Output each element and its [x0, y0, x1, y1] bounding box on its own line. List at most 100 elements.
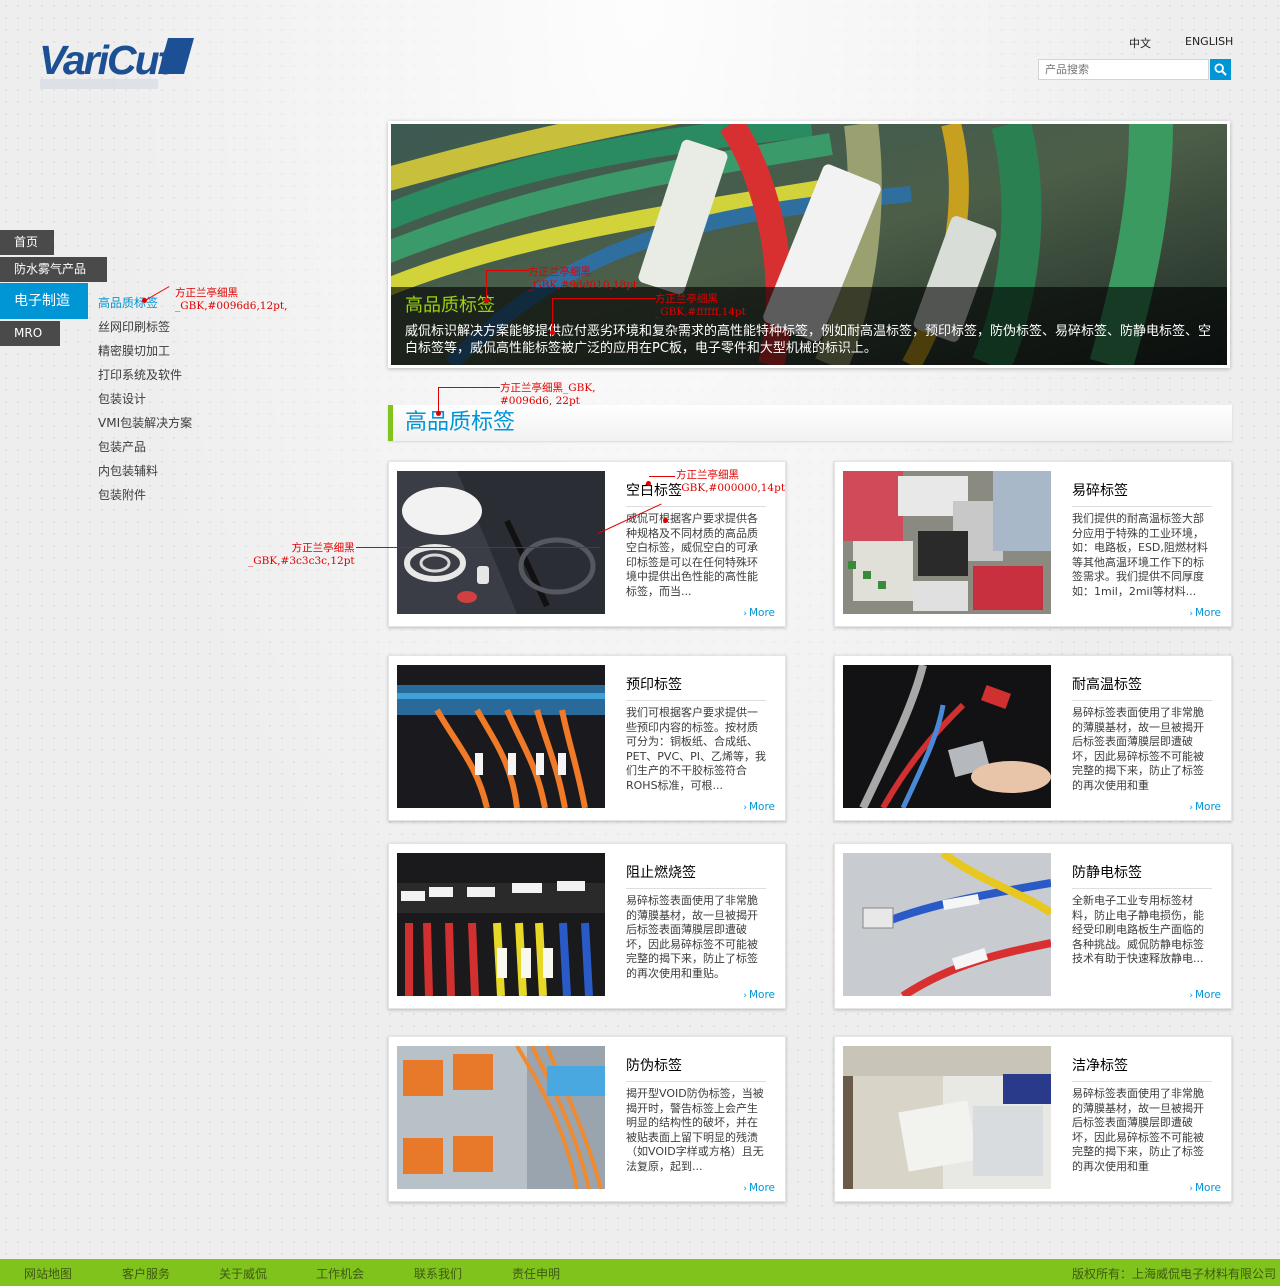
subnav-item-packaging-products[interactable]: 包装产品: [98, 438, 146, 455]
annotation-subnav-font: 方正兰亭细黑 _GBK,#0096d6,12pt,: [175, 287, 288, 312]
banner-text: 威侃标识解决方案能够提供应付恶劣环境和复杂需求的高性能特种标签，例如耐高温标签，…: [405, 324, 1212, 356]
chevron-right-icon: ›: [1189, 991, 1193, 1001]
chevron-right-icon: ›: [1189, 609, 1193, 619]
product-image: [397, 853, 605, 996]
subnav-item-packaging-accessories[interactable]: 包装附件: [98, 486, 146, 503]
nav-item-electronics[interactable]: 电子制造: [0, 283, 88, 319]
product-image: [843, 471, 1051, 614]
banner-title: 高品质标签: [405, 295, 495, 316]
annotation-leader: [356, 547, 600, 548]
more-link[interactable]: › More: [1189, 989, 1221, 1001]
subnav-item-print-system[interactable]: 打印系统及软件: [98, 366, 182, 383]
product-image: [397, 665, 605, 808]
more-label: More: [748, 607, 775, 619]
chevron-right-icon: ›: [743, 1184, 747, 1194]
annotation-banner-title-font: 方正兰亭细黑 _GBK,#9dd010,18pt: [528, 266, 638, 291]
product-card-clean-label[interactable]: 洁净标签 易碎标签表面使用了非常脆的薄膜基材，故一旦被揭开后标签表面薄膜层即遭破…: [834, 1036, 1232, 1202]
chevron-right-icon: ›: [743, 991, 747, 1001]
product-description: 我们提供的耐高温标签大部分应用于特殊的工业环境，如：电路板，ESD,阻燃材料等其…: [1072, 512, 1208, 598]
annotation-marker: [663, 518, 668, 523]
more-link[interactable]: › More: [1189, 1182, 1221, 1194]
product-card-anti-counterfeit-label[interactable]: 防伪标签 揭开型VOID防伪标签，当被揭开时，警告标签上会产生明显的结构性的破坏…: [388, 1036, 786, 1202]
subnav-item-vmi[interactable]: VMI包装解决方案: [98, 414, 192, 431]
product-title[interactable]: 耐高温标签: [1072, 674, 1212, 701]
product-image: [397, 1046, 605, 1189]
more-link[interactable]: › More: [743, 989, 775, 1001]
product-card-preprinted-label[interactable]: 预印标签 我们可根据客户要求提供一些预印内容的标签。按材质可分为：铜板纸、合成纸…: [388, 655, 786, 821]
footer-copyright: 版权所有：上海威侃电子材料有限公司: [1072, 1267, 1277, 1281]
product-title[interactable]: 防静电标签: [1072, 862, 1212, 889]
more-label: More: [748, 1182, 775, 1194]
annotation-section-title-font: 方正兰亭细黑_GBK, #0096d6, 22pt: [500, 382, 596, 407]
nav-item-waterproof[interactable]: 防水雾气产品: [0, 257, 107, 282]
nav-item-mro[interactable]: MRO: [0, 321, 60, 346]
product-title[interactable]: 防伪标签: [626, 1055, 766, 1082]
footer-link-careers[interactable]: 工作机会: [316, 1265, 364, 1282]
search-input[interactable]: [1038, 59, 1209, 80]
chevron-right-icon: ›: [1189, 1184, 1193, 1194]
lang-chinese-link[interactable]: 中文: [1129, 35, 1151, 51]
annotation-leader: [438, 387, 439, 413]
subnav-item-die-cut[interactable]: 精密膜切加工: [98, 342, 170, 359]
product-title[interactable]: 洁净标签: [1072, 1055, 1212, 1082]
footer-link-sitemap[interactable]: 网站地图: [24, 1265, 72, 1282]
product-image: [843, 665, 1051, 808]
annotation-banner-text-font: 方正兰亭细黑 _GBK,#ffffff,14pt: [655, 293, 746, 318]
footer-link-contact[interactable]: 联系我们: [414, 1265, 462, 1282]
product-description: 易碎标签表面使用了非常脆的薄膜基材，故一旦被揭开后标签表面薄膜层即遭破坏，因此易…: [626, 894, 758, 980]
subnav-item-packaging-design[interactable]: 包装设计: [98, 390, 146, 407]
annotation-leader: [552, 298, 553, 332]
product-card-high-temp-label[interactable]: 耐高温标签 易碎标签表面使用了非常脆的薄膜基材，故一旦被揭开后标签表面薄膜层即遭…: [834, 655, 1232, 821]
banner-caption: 高品质标签 威侃标识解决方案能够提供应付恶劣环境和复杂需求的高性能特种标签，例如…: [391, 287, 1227, 365]
annotation-leader: [486, 270, 530, 271]
chevron-right-icon: ›: [1189, 803, 1193, 813]
section-title: 高品质标签: [388, 405, 1232, 441]
nav-item-home[interactable]: 首页: [0, 230, 54, 255]
footer-link-about[interactable]: 关于威侃: [219, 1265, 267, 1282]
product-image: [843, 853, 1051, 996]
varicut-logo[interactable]: VariCut: [38, 36, 198, 92]
annotation-card-title-font: 方正兰亭细黑 _GBK,#000000,14pt: [676, 469, 786, 494]
search-button[interactable]: [1210, 59, 1231, 80]
chevron-right-icon: ›: [743, 803, 747, 813]
banner-image: 高品质标签 威侃标识解决方案能够提供应付恶劣环境和复杂需求的高性能特种标签，例如…: [391, 124, 1227, 365]
more-label: More: [1194, 607, 1221, 619]
more-label: More: [1194, 1182, 1221, 1194]
footer-link-customer-service[interactable]: 客户服务: [122, 1265, 170, 1282]
more-link[interactable]: › More: [1189, 801, 1221, 813]
footer-link-disclaimer[interactable]: 责任申明: [512, 1265, 560, 1282]
subnav-item-screen-print[interactable]: 丝网印刷标签: [98, 318, 170, 335]
more-link[interactable]: › More: [743, 607, 775, 619]
search-icon: [1214, 63, 1227, 76]
annotation-leader: [552, 298, 656, 299]
lang-english-link[interactable]: ENGLISH: [1185, 35, 1233, 48]
logo-text: VariCut: [39, 37, 174, 83]
annotation-leader: [438, 387, 500, 388]
more-link[interactable]: › More: [1189, 607, 1221, 619]
annotation-leader: [486, 270, 487, 300]
more-link[interactable]: › More: [743, 1182, 775, 1194]
chevron-right-icon: ›: [743, 609, 747, 619]
product-image: [843, 1046, 1051, 1189]
more-link[interactable]: › More: [743, 801, 775, 813]
more-label: More: [1194, 801, 1221, 813]
subnav-item-inner-packaging[interactable]: 内包装辅料: [98, 462, 158, 479]
product-card-fragile-label[interactable]: 易碎标签 我们提供的耐高温标签大部分应用于特殊的工业环境，如：电路板，ESD,阻…: [834, 461, 1232, 627]
hero-banner[interactable]: 高品质标签 威侃标识解决方案能够提供应付恶劣环境和复杂需求的高性能特种标签，例如…: [388, 121, 1230, 368]
product-card-flame-retardant-label[interactable]: 阻止燃烧签 易碎标签表面使用了非常脆的薄膜基材，故一旦被揭开后标签表面薄膜层即遭…: [388, 843, 786, 1009]
product-description: 全新电子工业专用标签材料，防止电子静电损伤，能经受印刷电路板生产面临的各种挑战。…: [1072, 894, 1204, 965]
product-title[interactable]: 预印标签: [626, 674, 766, 701]
product-image: [397, 471, 605, 614]
more-label: More: [748, 989, 775, 1001]
more-label: More: [1194, 989, 1221, 1001]
product-description: 易碎标签表面使用了非常脆的薄膜基材，故一旦被揭开后标签表面薄膜层即遭破坏，因此易…: [1072, 706, 1204, 792]
annotation-marker: [646, 481, 651, 486]
product-description: 威侃可根据客户要求提供各种规格及不同材质的高品质空白标签，威侃空白的可承印标签是…: [626, 512, 758, 598]
product-card-antistatic-label[interactable]: 防静电标签 全新电子工业专用标签材料，防止电子静电损伤，能经受印刷电路板生产面临…: [834, 843, 1232, 1009]
annotation-card-desc-font: 方正兰亭细黑 _GBK,#3c3c3c,12pt: [248, 542, 355, 567]
product-title[interactable]: 阻止燃烧签: [626, 862, 766, 889]
annotation-leader: [649, 476, 675, 477]
product-title[interactable]: 易碎标签: [1072, 480, 1212, 507]
product-description: 揭开型VOID防伪标签，当被揭开时，警告标签上会产生明显的结构性的破坏，并在被贴…: [626, 1087, 764, 1173]
product-description: 易碎标签表面使用了非常脆的薄膜基材，故一旦被揭开后标签表面薄膜层即遭破坏，因此易…: [1072, 1087, 1204, 1173]
